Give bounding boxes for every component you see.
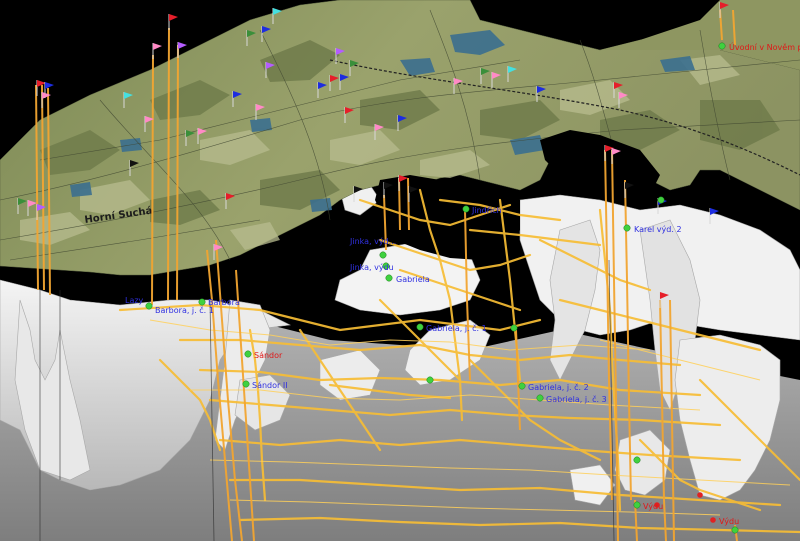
label-jinka-1: Jinka, výd... (349, 237, 396, 246)
label-red-a: Sándor (254, 351, 283, 360)
label-gabriela-j1: Gabriela, j. č. 1 (426, 323, 487, 333)
label-lazy: Lazy (125, 296, 144, 305)
label-gabriela-j2: Gabriela, j. č. 2 (528, 382, 589, 392)
label-vydu-b: Výdu (719, 517, 739, 526)
label-gabriela-j3: Gabriela, j. č. 3 (546, 394, 607, 404)
label-gabriela: Gabriela (396, 275, 430, 284)
label-karel: Karel výd. 2 (634, 225, 682, 234)
label-sandor: Sándor II (252, 381, 288, 390)
label-barbora: Barbora (208, 298, 240, 307)
label-uvodni: Úvodní v Nověm pol (729, 41, 800, 52)
label-jindrich: Jindřich (471, 206, 502, 215)
label-barbora-1: Barbora, j. č. 1 (155, 305, 214, 315)
mine-3d-viewport[interactable]: Horní Suchá Úvodní v Nověm Lazy Barbora,… (0, 0, 800, 541)
label-jinka-2: Jinka, výdu (349, 263, 394, 272)
label-vydu-a: Výdu (643, 502, 663, 511)
